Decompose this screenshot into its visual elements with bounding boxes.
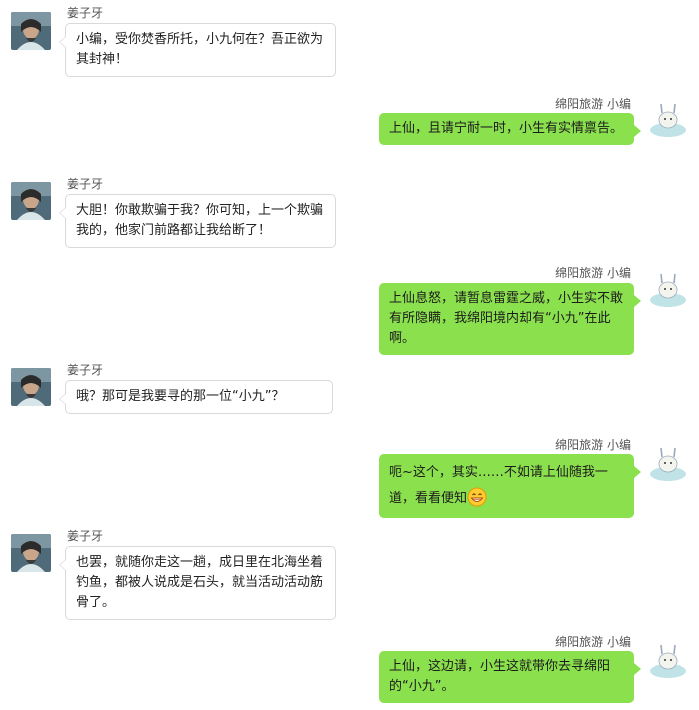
sender-name: 姜子牙 bbox=[67, 6, 104, 20]
jiang-ziya-avatar[interactable] bbox=[11, 12, 51, 50]
jiang-ziya-avatar[interactable] bbox=[11, 182, 51, 220]
message-bubble: 小编，受你焚香所托，小九何在？吾正欲为其封神！ bbox=[59, 23, 336, 77]
message-bubble: 上仙，且请宁耐一时，小生有实情禀告。 bbox=[379, 113, 641, 145]
sender-name: 姜子牙 bbox=[67, 177, 104, 191]
message-bubble: 上仙息怒，请暂息雷霆之威，小生实不敢有所隐瞒，我绵阳境内却有“小九”在此啊。 bbox=[379, 283, 641, 355]
sender-name: 姜子牙 bbox=[67, 529, 104, 543]
xiaobian-avatar[interactable] bbox=[648, 100, 688, 138]
jiang-ziya-avatar[interactable] bbox=[11, 534, 51, 572]
sender-name: 绵阳旅游 小编 bbox=[555, 266, 631, 280]
message-bubble: 大胆！你敢欺骗于我？你可知，上一个欺骗我的，他家门前路都让我给断了！ bbox=[59, 194, 336, 248]
sender-name: 绵阳旅游 小编 bbox=[555, 635, 631, 649]
message-bubble: 也罢，就随你走这一趟，成日里在北海坐着钓鱼，都被人说成是石头，就当活动活动筋骨了… bbox=[59, 546, 336, 620]
xiaobian-avatar[interactable] bbox=[648, 444, 688, 482]
message-text: 呃~这个，其实……不如请上仙随我一道，看看便知 bbox=[389, 465, 608, 506]
jiang-ziya-avatar[interactable] bbox=[11, 368, 51, 406]
message-bubble: 哦？那可是我要寻的那一位“小九”？ bbox=[59, 380, 333, 414]
sender-name: 绵阳旅游 小编 bbox=[555, 438, 631, 452]
sender-name: 姜子牙 bbox=[67, 363, 104, 377]
xiaobian-avatar[interactable] bbox=[648, 641, 688, 679]
sender-name: 绵阳旅游 小编 bbox=[555, 97, 631, 111]
xiaobian-avatar[interactable] bbox=[648, 270, 688, 308]
grin-emoji-icon bbox=[467, 487, 487, 507]
message-bubble: 上仙，这边请，小生这就带你去寻绵阳的“小九”。 bbox=[379, 651, 641, 703]
message-bubble: 呃~这个，其实……不如请上仙随我一道，看看便知 bbox=[379, 454, 641, 518]
